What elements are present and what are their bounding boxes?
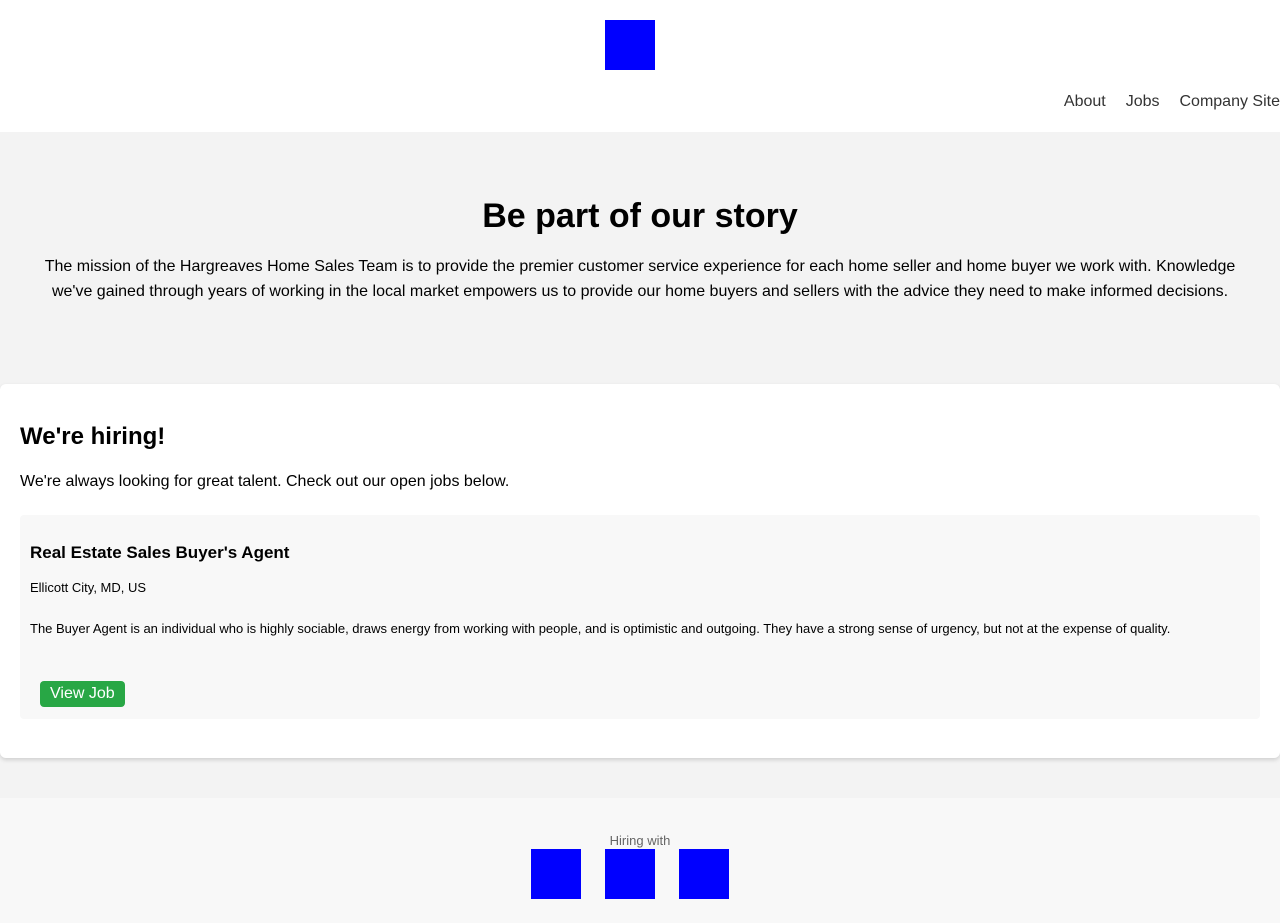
hiring-with-label: Hiring with	[609, 833, 671, 848]
nav-link-company-site[interactable]: Company Site	[1180, 92, 1280, 112]
nav-link-jobs[interactable]: Jobs	[1126, 92, 1160, 112]
job-listing: Real Estate Sales Buyer's Agent Ellicott…	[20, 515, 1260, 719]
hero-section: Be part of our story The mission of the …	[0, 132, 1280, 798]
main-nav: About Jobs Company Site	[1064, 92, 1280, 112]
view-job-button[interactable]: View Job	[40, 681, 125, 707]
hero-title: Be part of our story	[482, 197, 798, 235]
job-description: The Buyer Agent is an individual who is …	[30, 621, 1171, 636]
nav-link-about[interactable]: About	[1064, 92, 1106, 112]
site-footer: Hiring with	[0, 798, 1280, 923]
job-title: Real Estate Sales Buyer's Agent	[30, 543, 290, 562]
hero-mission-text: The mission of the Hargreaves Home Sales…	[44, 258, 1236, 300]
partner-logo-icon[interactable]	[679, 849, 729, 899]
company-logo-icon[interactable]	[605, 20, 655, 70]
hiring-card: We're hiring! We're always looking for g…	[0, 384, 1280, 758]
partner-logos	[531, 849, 729, 899]
job-location: Ellicott City, MD, US	[30, 580, 147, 595]
partner-logo-icon[interactable]	[531, 849, 581, 899]
site-header: About Jobs Company Site	[0, 0, 1280, 132]
partner-logo-icon[interactable]	[605, 849, 655, 899]
hiring-intro: We're always looking for great talent. C…	[20, 473, 510, 490]
hiring-title: We're hiring!	[20, 423, 166, 450]
